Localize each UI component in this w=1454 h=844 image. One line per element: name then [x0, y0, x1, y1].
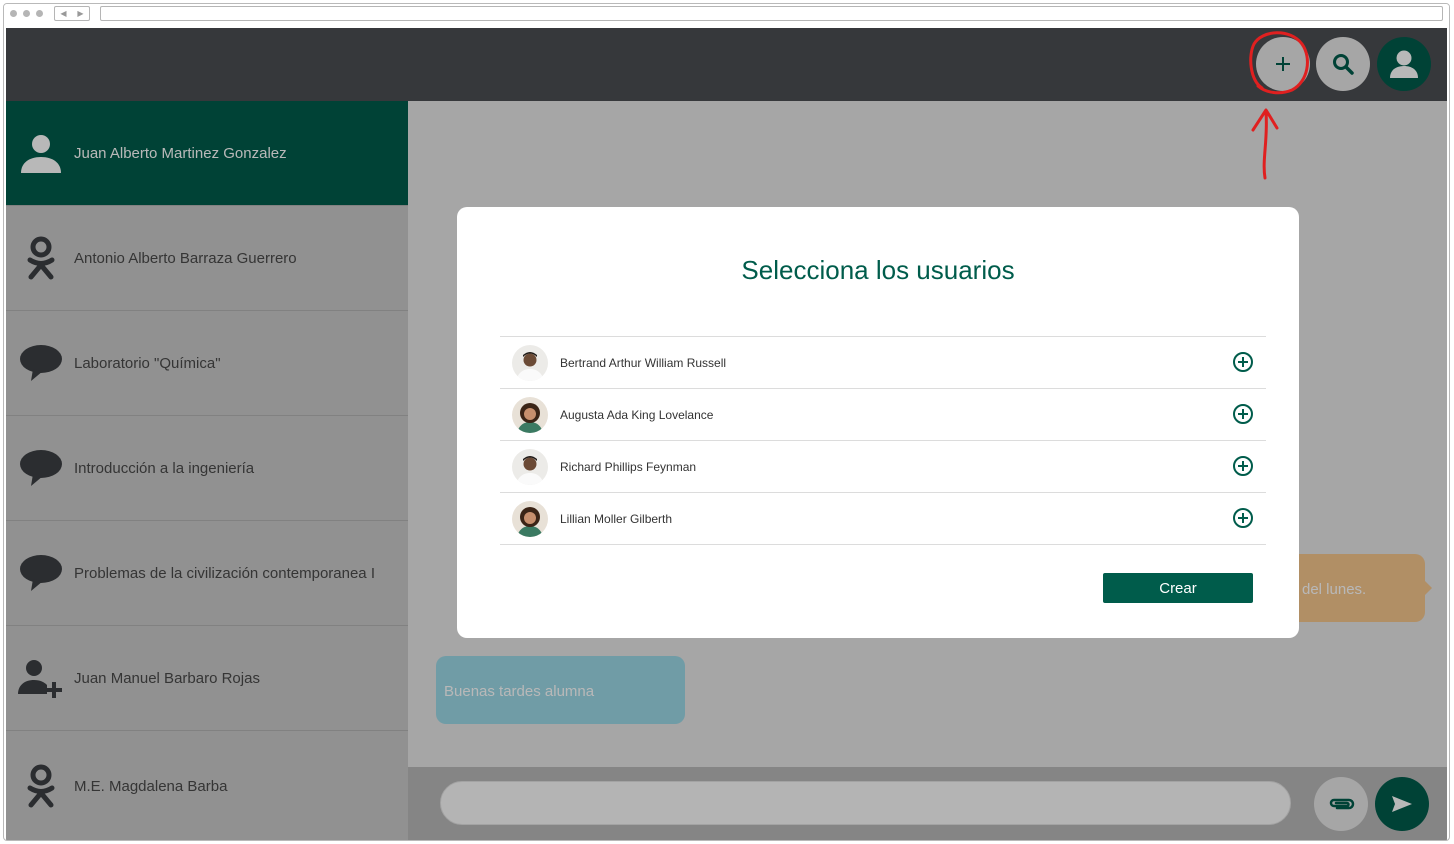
add-user-circle-icon[interactable]	[1232, 507, 1254, 529]
avatar	[512, 500, 548, 537]
user-list: Bertrand Arthur William Russell Augusta …	[500, 336, 1266, 545]
list-item: Lillian Moller Gilberth	[500, 493, 1266, 545]
select-users-dialog: Selecciona los usuarios Bertrand Arthur …	[457, 207, 1299, 638]
window-dot-icon	[10, 10, 17, 17]
user-name: Lillian Moller Gilberth	[560, 511, 673, 526]
create-button[interactable]: Crear	[1103, 573, 1253, 603]
forward-arrow-icon[interactable]: ▶	[77, 9, 83, 18]
add-user-circle-icon[interactable]	[1232, 351, 1254, 373]
dialog-title: Selecciona los usuarios	[741, 255, 1015, 285]
list-item: Augusta Ada King Lovelance	[500, 389, 1266, 441]
user-name: Bertrand Arthur William Russell	[560, 355, 727, 370]
list-item: Richard Phillips Feynman	[500, 441, 1266, 493]
window-dot-icon	[23, 10, 30, 17]
add-user-circle-icon[interactable]	[1232, 455, 1254, 477]
user-name: Augusta Ada King Lovelance	[560, 407, 714, 422]
user-name: Richard Phillips Feynman	[560, 459, 697, 474]
browser-window: ◀ ▶ Juan Alberto Martinez Gonzalez Antoni…	[3, 3, 1450, 841]
avatar	[512, 396, 548, 433]
list-item: Bertrand Arthur William Russell	[500, 337, 1266, 389]
back-arrow-icon[interactable]: ◀	[60, 9, 66, 18]
browser-toolbar: ◀ ▶	[4, 4, 1449, 26]
add-user-circle-icon[interactable]	[1232, 403, 1254, 425]
avatar	[512, 344, 548, 381]
browser-nav-buttons[interactable]: ◀ ▶	[54, 6, 90, 21]
window-dot-icon	[36, 10, 43, 17]
address-bar[interactable]	[100, 6, 1443, 21]
avatar	[512, 448, 548, 485]
